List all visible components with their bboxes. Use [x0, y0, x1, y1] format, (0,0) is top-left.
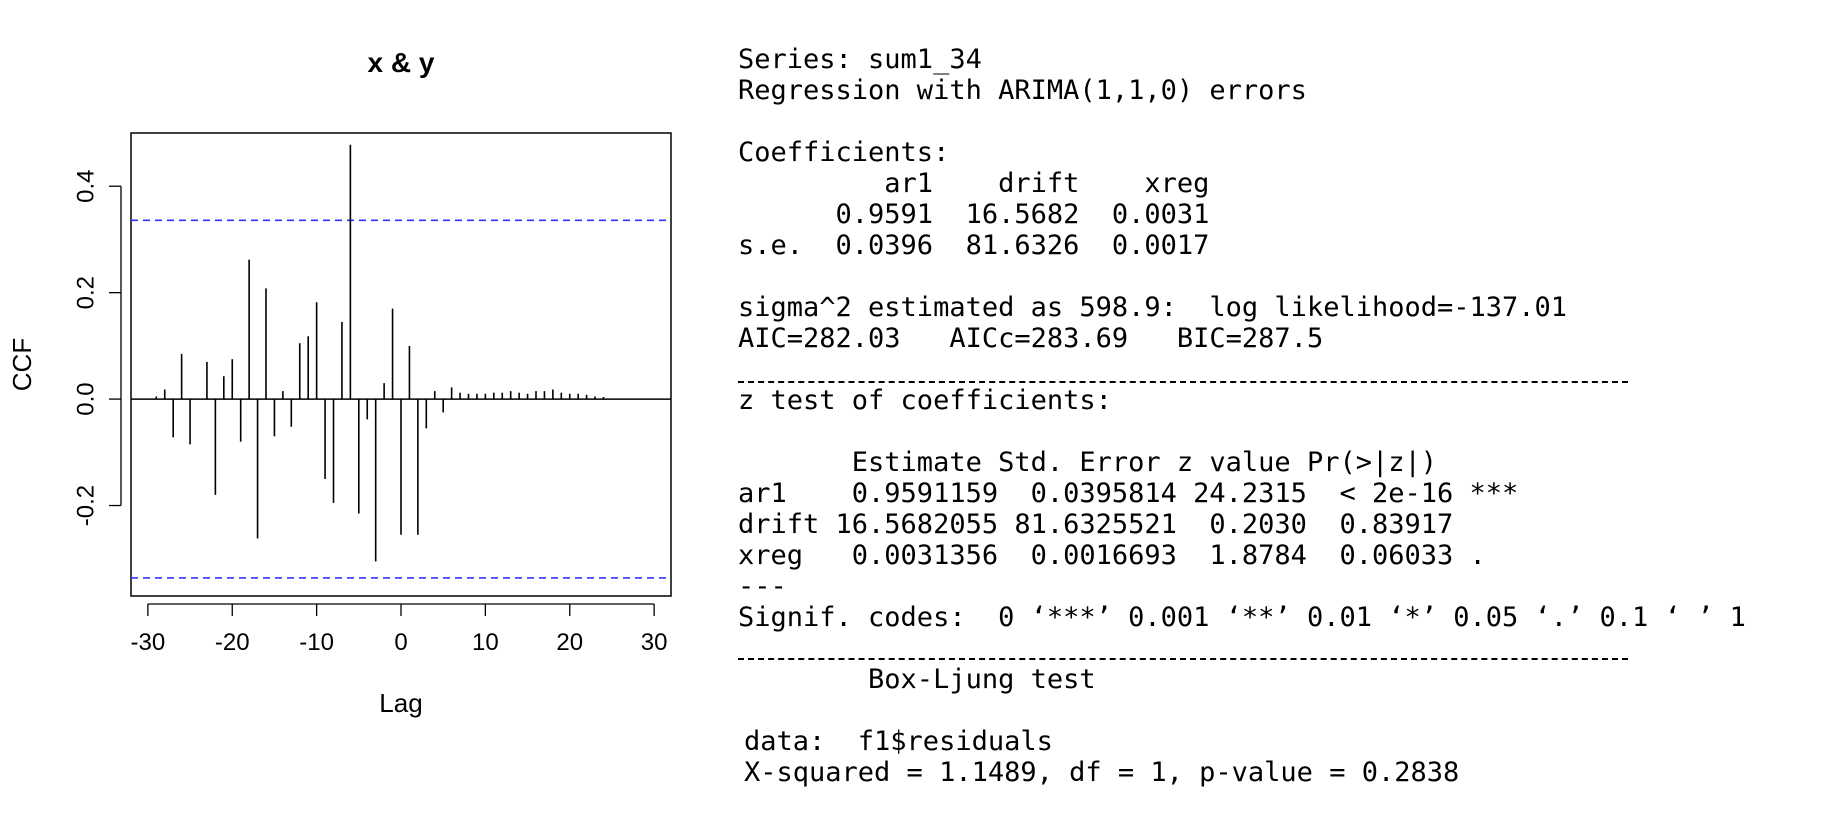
- ztest-xreg-row: xreg 0.0031356 0.0016693 1.8784 0.06033 …: [738, 540, 1486, 571]
- x-axis-title: Lag: [379, 688, 422, 718]
- dashed-rule-top: [738, 381, 1628, 383]
- x-tick-label: 0: [394, 629, 407, 656]
- x-tick-label: 20: [556, 629, 583, 656]
- x-tick-label: -30: [131, 629, 166, 656]
- y-tick-label: 0.4: [72, 170, 99, 203]
- box-ljung-data-line: data: f1$residuals: [744, 726, 1053, 757]
- aic-line: AIC=282.03 AICc=283.69 BIC=287.5: [738, 323, 1324, 354]
- x-tick-label: 30: [641, 629, 668, 656]
- x-tick-label: 10: [472, 629, 499, 656]
- ztest-ar1-row: ar1 0.9591159 0.0395814 24.2315 < 2e-16 …: [738, 478, 1519, 509]
- coefficients-heading: Coefficients:: [738, 137, 950, 168]
- signif-separator: ---: [738, 571, 787, 602]
- box-ljung-result-line: X-squared = 1.1489, df = 1, p-value = 0.…: [744, 757, 1460, 788]
- chart-title: x & y: [368, 47, 435, 78]
- coef-estimate-row: 0.9591 16.5682 0.0031: [738, 199, 1210, 230]
- model-line: Regression with ARIMA(1,1,0) errors: [738, 75, 1307, 106]
- ccf-plot-panel: x & y -30 -20 -10 0 10 20 30 -0.2 0.0 0.2 0.4 Lag CCF: [0, 0, 720, 819]
- y-tick-label: 0.2: [72, 276, 99, 309]
- box-ljung-heading: Box-Ljung test: [738, 664, 1096, 695]
- dashed-rule-bottom: [738, 658, 1628, 660]
- ztest-heading: z test of coefficients:: [738, 385, 1112, 416]
- x-tick-label: -20: [215, 629, 250, 656]
- coef-se-row: s.e. 0.0396 81.6326 0.0017: [738, 230, 1210, 261]
- x-tick-label: -10: [299, 629, 334, 656]
- ccf-plot: x & y -30 -20 -10 0 10 20 30 -0.2 0.0 0.2 0.4 Lag CCF: [7, 47, 672, 718]
- series-line: Series: sum1_34: [738, 44, 982, 75]
- y-axis-title: CCF: [7, 338, 37, 391]
- signif-codes-line: Signif. codes: 0 ‘***’ 0.001 ‘**’ 0.01 ‘…: [738, 602, 1746, 633]
- y-tick-label: 0.0: [72, 382, 99, 415]
- ztest-header-row: Estimate Std. Error z value Pr(>|z|): [738, 447, 1437, 478]
- console-output: Series: sum1_34 Regression with ARIMA(1,…: [738, 44, 1818, 804]
- sigma-line: sigma^2 estimated as 598.9: log likeliho…: [738, 292, 1568, 323]
- ztest-drift-row: drift 16.5682055 81.6325521 0.2030 0.839…: [738, 509, 1454, 540]
- y-tick-label: -0.2: [72, 485, 99, 526]
- coef-header-row: ar1 drift xreg: [738, 168, 1210, 199]
